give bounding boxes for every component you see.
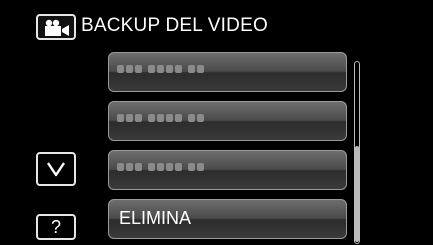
- video-list-item[interactable]: [108, 101, 347, 141]
- placeholder-text: [117, 65, 204, 73]
- chevron-down-icon: [47, 162, 65, 177]
- video-camera-icon: [36, 14, 76, 40]
- placeholder-text: [117, 163, 204, 171]
- scroll-down-button[interactable]: [36, 152, 76, 186]
- help-button-label: ?: [50, 217, 61, 237]
- help-button[interactable]: ?: [36, 214, 76, 240]
- delete-button[interactable]: ELIMINA: [108, 199, 347, 239]
- scrollbar[interactable]: [354, 61, 360, 244]
- placeholder-text: [117, 114, 204, 122]
- video-list-item[interactable]: [108, 52, 347, 92]
- video-list-item[interactable]: [108, 150, 347, 190]
- scrollbar-thumb[interactable]: [355, 146, 359, 242]
- page-title: BACKUP DEL VIDEO: [81, 15, 268, 36]
- header: BACKUP DEL VIDEO: [0, 0, 433, 42]
- delete-button-label: ELIMINA: [119, 208, 192, 228]
